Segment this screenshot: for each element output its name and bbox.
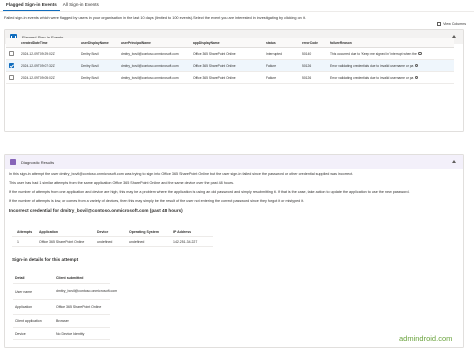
cell-errorcode: 50126 (302, 63, 312, 68)
cell-errorcode: 50126 (302, 75, 312, 80)
details-value: Browser (56, 319, 69, 323)
cell-userprincipalname: dmitry_bovil@contoso.onmicrosoft.com (121, 51, 179, 56)
cell-userprincipalname: dmitry_bovil@contoso.onmicrosoft.com (121, 63, 179, 68)
failure-reason-text: Error validating credentials due to inva… (330, 63, 414, 68)
cell-createddatetime: 2024-12-09T09:05:02Z (21, 75, 55, 80)
attempts-cell: 1 (17, 239, 19, 244)
table-row: User name dmitry_bovil@contoso.onmicroso… (13, 284, 118, 300)
row-select-cell (6, 51, 18, 56)
details-header-row: Detail Client submitted (13, 272, 110, 284)
details-value: dmitry_bovil@contoso.onmicrosoft.com (56, 289, 118, 294)
table-row[interactable]: 2024-12-09T09:29:02Z Dmitry Bovil dmitry… (6, 48, 454, 60)
diagnostic-results-header[interactable]: Diagnostic Results (5, 155, 463, 169)
cell-appdisplayname: Office 365 SharePoint Online (193, 75, 236, 80)
attempts-header-cell: Operating System (129, 229, 159, 234)
cell-failurereason: Error validating credentials due to inva… (327, 76, 454, 80)
failure-reason-text: This occurred due to 'Keep me signed in'… (330, 51, 417, 56)
info-icon[interactable] (418, 51, 422, 56)
diagnostic-line: If the number of attempts from one appli… (9, 190, 410, 194)
columns-icon (437, 22, 442, 26)
cell-status: Failure (266, 63, 277, 68)
col-header-appdisplayname[interactable]: appDisplayName (190, 41, 263, 45)
failure-reason-text: Error validating credentials due to inva… (330, 75, 414, 80)
attempts-header-cell: IP Address (173, 229, 192, 234)
row-checkbox[interactable] (9, 51, 14, 56)
attempts-cell: undefined (97, 239, 113, 244)
cell-createddatetime: 2024-12-09T09:29:02Z (21, 51, 55, 56)
table-row: Application Office 365 SharePoint Online (13, 300, 110, 315)
details-header-cell: Detail (15, 275, 25, 280)
cell-failurereason: Error validating credentials due to inva… (327, 64, 454, 68)
view-columns-label: View Columns (443, 22, 466, 26)
details-label: Client application (15, 319, 42, 323)
col-header-createddatetime[interactable]: createdDateTime (18, 41, 78, 45)
col-header-errorcode[interactable]: errorCode (299, 41, 327, 45)
cell-createddatetime: 2024-12-09T09:07:32Z (21, 63, 55, 68)
tab-divider (0, 10, 474, 12)
tab-all-sign-in-events[interactable]: All Sign-in Events (60, 0, 102, 11)
cell-userdisplayname: Dmitry Bovil (81, 51, 99, 56)
watermark: admindroid.com (399, 334, 453, 343)
table-row[interactable]: 2024-12-09T09:05:02Z Dmitry Bovil dmitry… (6, 72, 454, 84)
table-row[interactable]: 2024-12-09T09:07:32Z Dmitry Bovil dmitry… (6, 60, 454, 72)
tab-flagged-sign-in-events[interactable]: Flagged Sign-in Events (3, 0, 60, 11)
diagnostic-line: This user has had 1 similar attempts fro… (9, 181, 234, 185)
cell-failurereason: This occurred due to 'Keep me signed in'… (327, 52, 454, 56)
chevron-up-icon[interactable] (452, 160, 457, 164)
details-value: Office 365 SharePoint Online (56, 304, 102, 309)
details-header-cell: Client submitted (56, 275, 84, 280)
flagged-events-grid: createdDateTime userDisplayName userPrin… (6, 38, 454, 84)
details-label: User name (15, 289, 33, 294)
attempts-cell: undefined (129, 239, 145, 244)
info-icon[interactable] (414, 75, 419, 80)
row-select-cell (6, 63, 18, 68)
cell-userprincipalname: dmitry_bovil@contoso.onmicrosoft.com (121, 75, 179, 80)
col-header-failurereason[interactable]: failureReason (327, 41, 454, 45)
table-row: Client application Browser (13, 315, 110, 328)
intro-text: Failed sign-in events which were flagged… (4, 16, 306, 20)
row-checkbox[interactable] (9, 75, 14, 80)
row-select-cell (6, 75, 18, 80)
attempts-header-cell: Attempts (17, 229, 33, 234)
cell-status: Failure (266, 75, 277, 80)
col-header-userdisplayname[interactable]: userDisplayName (78, 41, 118, 45)
signin-details-heading: Sign-in details for this attempt (12, 257, 79, 262)
cell-userdisplayname: Dmitry Bovil (81, 63, 99, 68)
row-checkbox-checked[interactable] (9, 63, 14, 68)
attempts-table: Attempts Application Device Operating Sy… (12, 227, 213, 247)
col-header-userprincipalname[interactable]: userPrincipalName (118, 41, 190, 45)
attempts-header-cell: Device (97, 229, 109, 234)
attempts-cell: 142.251.34.227 (173, 239, 198, 244)
details-label: Application (15, 305, 33, 309)
cell-appdisplayname: Office 365 SharePoint Online (193, 63, 236, 68)
details-label: Device (15, 331, 26, 336)
view-columns-button[interactable]: View Columns (437, 22, 466, 26)
diagnostic-icon (10, 159, 16, 165)
cell-userdisplayname: Dmitry Bovil (81, 75, 99, 80)
table-row: 1 Office 365 SharePoint Online undefined… (12, 237, 213, 247)
table-row: Device No Device Identity (13, 328, 110, 340)
tab-bar: Flagged Sign-in Events All Sign-in Event… (3, 0, 102, 11)
diagnostic-line: If the number of attempts is low, or com… (9, 199, 305, 203)
diagnostic-line: In this sign-in attempt the user dmitry_… (9, 172, 354, 176)
attempts-header-row: Attempts Application Device Operating Sy… (12, 227, 213, 237)
signin-details-table: Detail Client submitted User name dmitry… (13, 272, 118, 340)
grid-header-row: createdDateTime userDisplayName userPrin… (6, 38, 454, 48)
diagnostic-text: In this sign-in attempt the user dmitry_… (9, 172, 459, 217)
attempts-cell: Office 365 SharePoint Online (39, 239, 85, 244)
cell-appdisplayname: Office 365 SharePoint Online (193, 51, 236, 56)
col-header-status[interactable]: status (263, 41, 299, 45)
incorrect-credential-heading: Incorrect credential for dmitry_bovil@co… (9, 208, 183, 213)
attempts-header-cell: Application (39, 229, 59, 234)
info-icon[interactable] (414, 63, 419, 68)
cell-status: Interrupted (266, 51, 282, 56)
diagnostic-results-title: Diagnostic Results (21, 159, 55, 165)
cell-errorcode: 50140 (302, 51, 312, 56)
details-value: No Device Identity (56, 331, 85, 336)
